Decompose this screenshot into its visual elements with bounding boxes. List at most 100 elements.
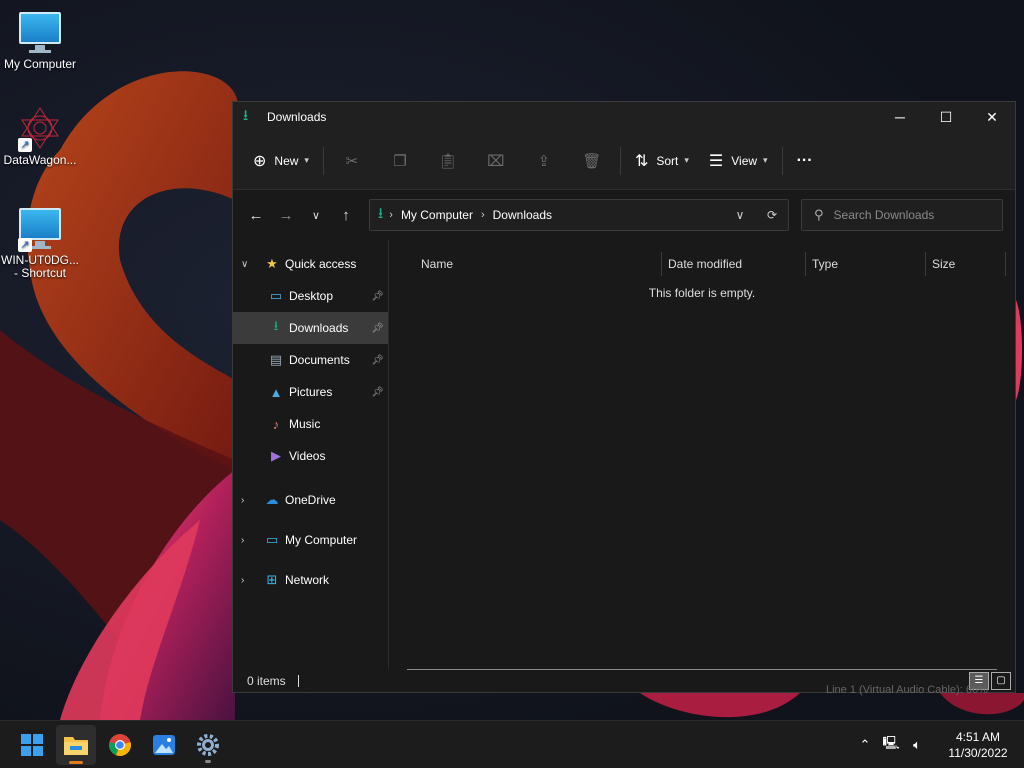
download-icon: ⭳ — [243, 106, 249, 124]
sidebar-item-network[interactable]: › ⊞ Network — [233, 560, 388, 600]
back-button[interactable]: ← — [241, 200, 271, 230]
arrow-up-icon: ↑ — [342, 206, 350, 224]
sidebar-item-videos[interactable]: ▶ Videos — [233, 440, 388, 472]
address-bar[interactable]: ⭳ › My Computer › Downloads ∨ ⟳ — [369, 199, 789, 231]
taskbar-settings[interactable] — [188, 725, 228, 765]
recent-locations-button[interactable]: ∨ — [301, 200, 331, 230]
tiles-view-icon: ▢ — [996, 675, 1006, 686]
item-count: 0 items — [247, 673, 286, 688]
shortcut-arrow-icon: ↗ — [18, 238, 32, 252]
divider — [781, 146, 783, 175]
desktop-icon-label: - Shortcut — [13, 266, 67, 280]
column-type[interactable]: Type — [806, 252, 926, 276]
clock-date: 11/30/2022 — [948, 745, 1008, 760]
pin-icon: 📌︎ — [371, 354, 384, 366]
column-size[interactable]: Size — [926, 252, 1006, 276]
sidebar-item-label: Documents — [289, 353, 350, 367]
sidebar-item-my-computer[interactable]: › ▭ My Computer — [233, 520, 388, 560]
sidebar-item-music[interactable]: ♪ Music — [233, 408, 388, 440]
show-hidden-icons-button[interactable]: ⌃ — [852, 737, 878, 753]
sidebar-item-label: Desktop — [289, 289, 334, 303]
tiles-view-toggle[interactable]: ▢ — [991, 671, 1011, 690]
view-button[interactable]: ☰ View ▾ — [699, 145, 778, 177]
desktop-icon-my-computer[interactable]: My Computer — [0, 10, 80, 71]
sidebar-item-label: Quick access — [285, 257, 357, 271]
desktop-folder-icon: ▭ — [269, 288, 283, 303]
desktop-icon-datawagon[interactable]: ↗ DataWagon... — [0, 106, 80, 167]
sidebar-item-quick-access[interactable]: ∨ ★ Quick access — [233, 248, 388, 280]
refresh-icon[interactable]: ⟳ — [756, 208, 788, 222]
paste-button[interactable]: 📋︎ — [424, 145, 472, 177]
breadcrumb-my-computer[interactable]: My Computer — [401, 208, 473, 222]
file-list-area[interactable]: Name Date modified Type Size This folder… — [389, 240, 1015, 670]
gear-icon — [197, 733, 219, 756]
breadcrumb-downloads[interactable]: Downloads — [493, 208, 552, 222]
arrow-left-icon: ← — [248, 206, 264, 224]
sidebar-item-pictures[interactable]: ▲ Pictures 📌︎ — [233, 376, 388, 408]
computer-icon: ▭ — [265, 532, 279, 547]
rename-button[interactable]: ⌧ — [472, 145, 520, 177]
column-date-modified[interactable]: Date modified — [662, 252, 806, 276]
sidebar-item-onedrive[interactable]: › ☁ OneDrive — [233, 480, 388, 520]
forward-button[interactable]: → — [271, 200, 301, 230]
clock-time: 4:51 AM — [955, 729, 1001, 744]
taskbar-chrome[interactable] — [100, 725, 140, 765]
sidebar-item-downloads[interactable]: ⭳ Downloads 📌︎ — [233, 312, 388, 344]
desktop-icon-win-shortcut[interactable]: ↗ WIN-UT0DG... - Shortcut — [0, 206, 80, 280]
chrome-icon — [109, 733, 131, 756]
start-button[interactable] — [12, 725, 52, 765]
windows-logo-icon — [21, 733, 43, 756]
search-icon: ⚲ — [814, 207, 824, 222]
chevron-down-icon: ▾ — [763, 155, 768, 165]
network-status-icon[interactable]: 🖳︎ — [878, 734, 904, 756]
taskbar-file-explorer[interactable] — [56, 724, 96, 765]
chevron-right-icon: › — [389, 209, 393, 221]
download-icon: ⭳ — [378, 204, 384, 222]
share-button[interactable]: ⇪ — [520, 145, 568, 177]
network-icon: ⊞ — [266, 572, 278, 587]
divider — [322, 146, 324, 175]
datawagon-logo-icon: ↗ — [18, 106, 62, 152]
close-button[interactable]: ✕ — [969, 102, 1015, 132]
active-indicator — [69, 760, 83, 764]
copy-button[interactable]: ❐ — [376, 145, 424, 177]
taskbar-photos[interactable] — [144, 725, 184, 765]
divider — [297, 674, 299, 687]
maximize-button[interactable]: ☐ — [923, 102, 969, 132]
delete-button[interactable]: 🗑︎ — [568, 145, 616, 177]
navigation-pane: ∨ ★ Quick access ▭ Desktop 📌︎ ⭳ Download… — [233, 240, 389, 670]
star-icon: ★ — [266, 256, 278, 271]
chevron-right-icon: › — [241, 494, 245, 506]
column-headers: Name Date modified Type Size — [389, 248, 1015, 280]
title-bar[interactable]: ⭳ Downloads ─ ☐ ✕ — [233, 102, 1015, 132]
column-name[interactable]: Name — [389, 252, 662, 276]
cut-button[interactable]: ✂ — [328, 145, 376, 177]
background-notification-text: Line 1 (Virtual Audio Cable): 66% — [826, 684, 988, 696]
new-button[interactable]: ⊕ New ▾ — [243, 145, 319, 177]
search-box[interactable]: ⚲ Search Downloads — [801, 199, 1003, 231]
sidebar-item-label: Downloads — [289, 321, 349, 335]
sort-label: Sort — [656, 153, 679, 168]
rename-icon: ⌧ — [487, 152, 505, 170]
up-button[interactable]: ↑ — [331, 200, 361, 230]
more-options-button[interactable]: ··· — [787, 145, 823, 177]
sidebar-item-documents[interactable]: ▤ Documents 📌︎ — [233, 344, 388, 376]
clock[interactable]: 4:51 AM 11/30/2022 — [936, 729, 1020, 761]
sidebar-item-label: Network — [285, 573, 330, 587]
minimize-button[interactable]: ─ — [877, 102, 923, 132]
chevron-down-icon: ▾ — [304, 155, 309, 165]
sort-button[interactable]: ⇅ Sort ▾ — [625, 145, 699, 177]
divider — [619, 146, 621, 175]
video-icon: ▶ — [271, 448, 281, 463]
sidebar-item-desktop[interactable]: ▭ Desktop 📌︎ — [233, 280, 388, 312]
more-icon: ··· — [796, 151, 813, 169]
search-placeholder: Search Downloads — [833, 208, 935, 222]
share-icon: ⇪ — [537, 152, 551, 170]
running-indicator — [205, 759, 211, 763]
system-tray: ⌃ 🖳︎ 🔈︎ 4:51 AM 11/30/2022 — [852, 729, 1024, 761]
chevron-right-icon: › — [480, 209, 485, 221]
arrow-right-icon: → — [278, 206, 294, 224]
address-dropdown-icon[interactable]: ∨ — [724, 208, 756, 222]
window-title: Downloads — [267, 110, 327, 124]
volume-icon[interactable]: 🔈︎ — [904, 737, 930, 753]
